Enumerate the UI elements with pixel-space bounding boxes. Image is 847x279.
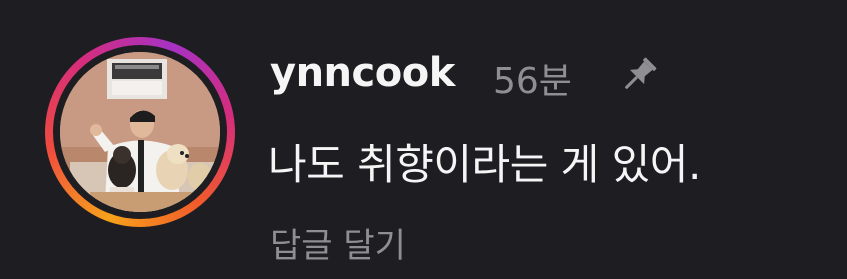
avatar-photo (60, 52, 220, 212)
pin-icon (625, 57, 657, 89)
username[interactable]: ynncook (270, 50, 455, 96)
comment-item: ynncook 56분 나도 취향이라는 게 있어. 답글 달기 (0, 0, 847, 279)
avatar[interactable] (60, 52, 220, 212)
comment-time: 56분 (493, 61, 572, 102)
comment-text: 나도 취향이라는 게 있어. (268, 140, 701, 189)
avatar-gap (53, 45, 227, 219)
reply-button[interactable]: 답글 달기 (270, 218, 406, 267)
story-ring[interactable] (45, 37, 235, 227)
